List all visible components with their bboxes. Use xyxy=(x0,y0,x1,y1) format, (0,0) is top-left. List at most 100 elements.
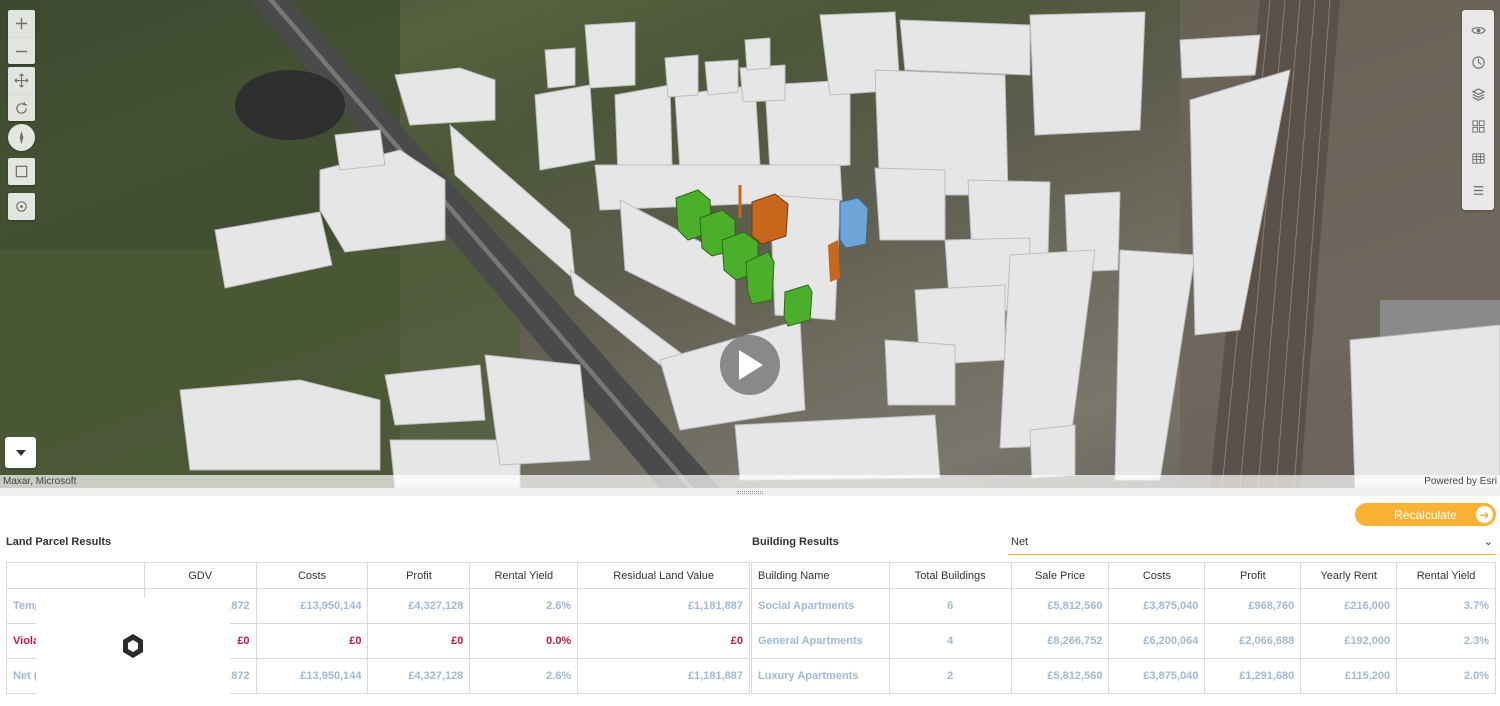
result-mode-select[interactable]: Net ⌄ xyxy=(1008,531,1496,555)
table-button[interactable] xyxy=(1462,142,1494,174)
expand-panel-button[interactable] xyxy=(5,437,36,468)
total-buildings-cell: 6 xyxy=(888,588,1012,624)
yield-cell: 2.6% xyxy=(469,658,579,694)
table-row[interactable]: Luxury Apartments 2 £5,812,560 £3,875,04… xyxy=(751,658,1496,694)
result-mode-value: Net xyxy=(1011,536,1029,548)
costs-cell: £3,875,040 xyxy=(1108,588,1206,624)
column-header: Profit xyxy=(1204,562,1302,589)
select-box-button[interactable] xyxy=(8,158,35,185)
yield-cell: 3.7% xyxy=(1396,588,1496,624)
visibility-button[interactable] xyxy=(1462,14,1494,46)
recalculate-button[interactable]: Recalculate ➜ xyxy=(1355,503,1496,526)
yearly-rent-cell: £115,200 xyxy=(1300,658,1398,694)
grid-icon xyxy=(1471,119,1485,133)
basemap-button[interactable] xyxy=(1462,110,1494,142)
brand-logo-icon xyxy=(123,634,143,658)
time-button[interactable] xyxy=(1462,46,1494,78)
clock-icon xyxy=(1471,55,1485,69)
square-icon xyxy=(15,165,28,178)
table-row[interactable]: Social Apartments 6 £5,812,560 £3,875,04… xyxy=(751,588,1496,624)
layers-button[interactable] xyxy=(1462,78,1494,110)
column-header: Rental Yield xyxy=(469,562,579,589)
rotate-button[interactable] xyxy=(8,94,35,121)
navigation-toolbar xyxy=(8,67,35,121)
yearly-rent-cell: £216,000 xyxy=(1300,588,1398,624)
yield-cell: 2.6% xyxy=(469,588,579,624)
costs-cell: £0 xyxy=(255,623,369,659)
column-header xyxy=(6,562,145,589)
profit-cell: £0 xyxy=(367,623,471,659)
sale-price-cell: £5,812,560 xyxy=(1010,588,1110,624)
table-header-row: Building Name Total Buildings Sale Price… xyxy=(751,562,1496,589)
panel-resize-handle[interactable] xyxy=(0,488,1500,496)
profit-cell: £4,327,128 xyxy=(367,658,471,694)
compass-button[interactable] xyxy=(8,124,35,151)
chevron-down-icon: ⌄ xyxy=(1483,536,1493,548)
select-toolbar xyxy=(8,158,35,185)
column-header: Costs xyxy=(1108,562,1206,589)
land-parcel-title: Land Parcel Results xyxy=(6,536,112,548)
building-name[interactable]: Luxury Apartments xyxy=(751,658,890,694)
menu-button[interactable] xyxy=(1462,174,1494,206)
column-header: Sale Price xyxy=(1010,562,1110,589)
map-attribution: Maxar, Microsoft Powered by Esri xyxy=(0,475,1500,488)
rotate-icon xyxy=(16,101,28,114)
column-header: Rental Yield xyxy=(1396,562,1496,589)
profit-cell: £4,327,128 xyxy=(367,588,471,624)
layers-icon xyxy=(1471,87,1485,101)
minus-icon xyxy=(15,50,28,52)
building-results-table: Building Name Total Buildings Sale Price… xyxy=(751,562,1496,694)
rlv-cell: £1,181,887 xyxy=(577,588,750,624)
zoom-toolbar xyxy=(8,10,35,64)
zoom-out-button[interactable] xyxy=(8,37,35,64)
move-icon xyxy=(14,73,29,88)
menu-icon xyxy=(1473,185,1483,195)
profit-cell: £968,760 xyxy=(1204,588,1302,624)
column-header: Profit xyxy=(367,562,471,589)
app-root: Maxar, Microsoft Powered by Esri Recalcu… xyxy=(0,0,1500,706)
locate-toolbar xyxy=(8,193,35,220)
building-results-title: Building Results xyxy=(752,536,839,548)
compass-icon xyxy=(8,124,35,151)
total-buildings-cell: 2 xyxy=(888,658,1012,694)
locate-button[interactable] xyxy=(8,193,35,220)
costs-cell: £13,950,144 xyxy=(255,588,369,624)
rlv-cell: £1,181,887 xyxy=(577,658,750,694)
building-name[interactable]: Social Apartments xyxy=(751,588,890,624)
column-header: Residual Land Value xyxy=(577,562,750,589)
column-header: Costs xyxy=(255,562,369,589)
zoom-in-button[interactable] xyxy=(8,10,35,37)
column-header: Yearly Rent xyxy=(1300,562,1398,589)
plus-icon xyxy=(15,17,28,30)
building-name[interactable]: General Apartments xyxy=(751,623,890,659)
eye-icon xyxy=(1470,26,1486,34)
sale-price-cell: £5,812,560 xyxy=(1010,658,1110,694)
play-button[interactable] xyxy=(720,335,780,395)
yield-cell: 0.0% xyxy=(469,623,579,659)
yield-cell: 2.0% xyxy=(1396,658,1496,694)
profit-cell: £1,291,680 xyxy=(1204,658,1302,694)
map-scene xyxy=(0,0,1500,488)
play-icon xyxy=(739,350,763,380)
watermark-overlay xyxy=(36,598,230,694)
table-row[interactable]: General Apartments 4 £8,266,752 £6,200,0… xyxy=(751,623,1496,659)
yield-cell: 2.3% xyxy=(1396,623,1496,659)
arrow-right-icon: ➜ xyxy=(1476,506,1493,523)
rlv-cell: £0 xyxy=(577,623,750,659)
table-icon xyxy=(1471,152,1485,164)
pan-button[interactable] xyxy=(8,67,35,94)
costs-cell: £13,950,144 xyxy=(255,658,369,694)
recalculate-label: Recalculate xyxy=(1394,507,1457,522)
total-buildings-cell: 4 xyxy=(888,623,1012,659)
right-toolbar xyxy=(1462,10,1494,210)
caret-down-icon xyxy=(15,449,26,456)
locate-icon xyxy=(16,201,27,212)
profit-cell: £2,066,688 xyxy=(1204,623,1302,659)
sale-price-cell: £8,266,752 xyxy=(1010,623,1110,659)
attribution-esri[interactable]: Powered by Esri xyxy=(1424,476,1497,487)
attribution-source: Maxar, Microsoft xyxy=(3,476,77,487)
table-header-row: GDV Costs Profit Rental Yield Residual L… xyxy=(6,562,750,589)
costs-cell: £6,200,064 xyxy=(1108,623,1206,659)
yearly-rent-cell: £192,000 xyxy=(1300,623,1398,659)
map-view[interactable]: Maxar, Microsoft Powered by Esri xyxy=(0,0,1500,488)
